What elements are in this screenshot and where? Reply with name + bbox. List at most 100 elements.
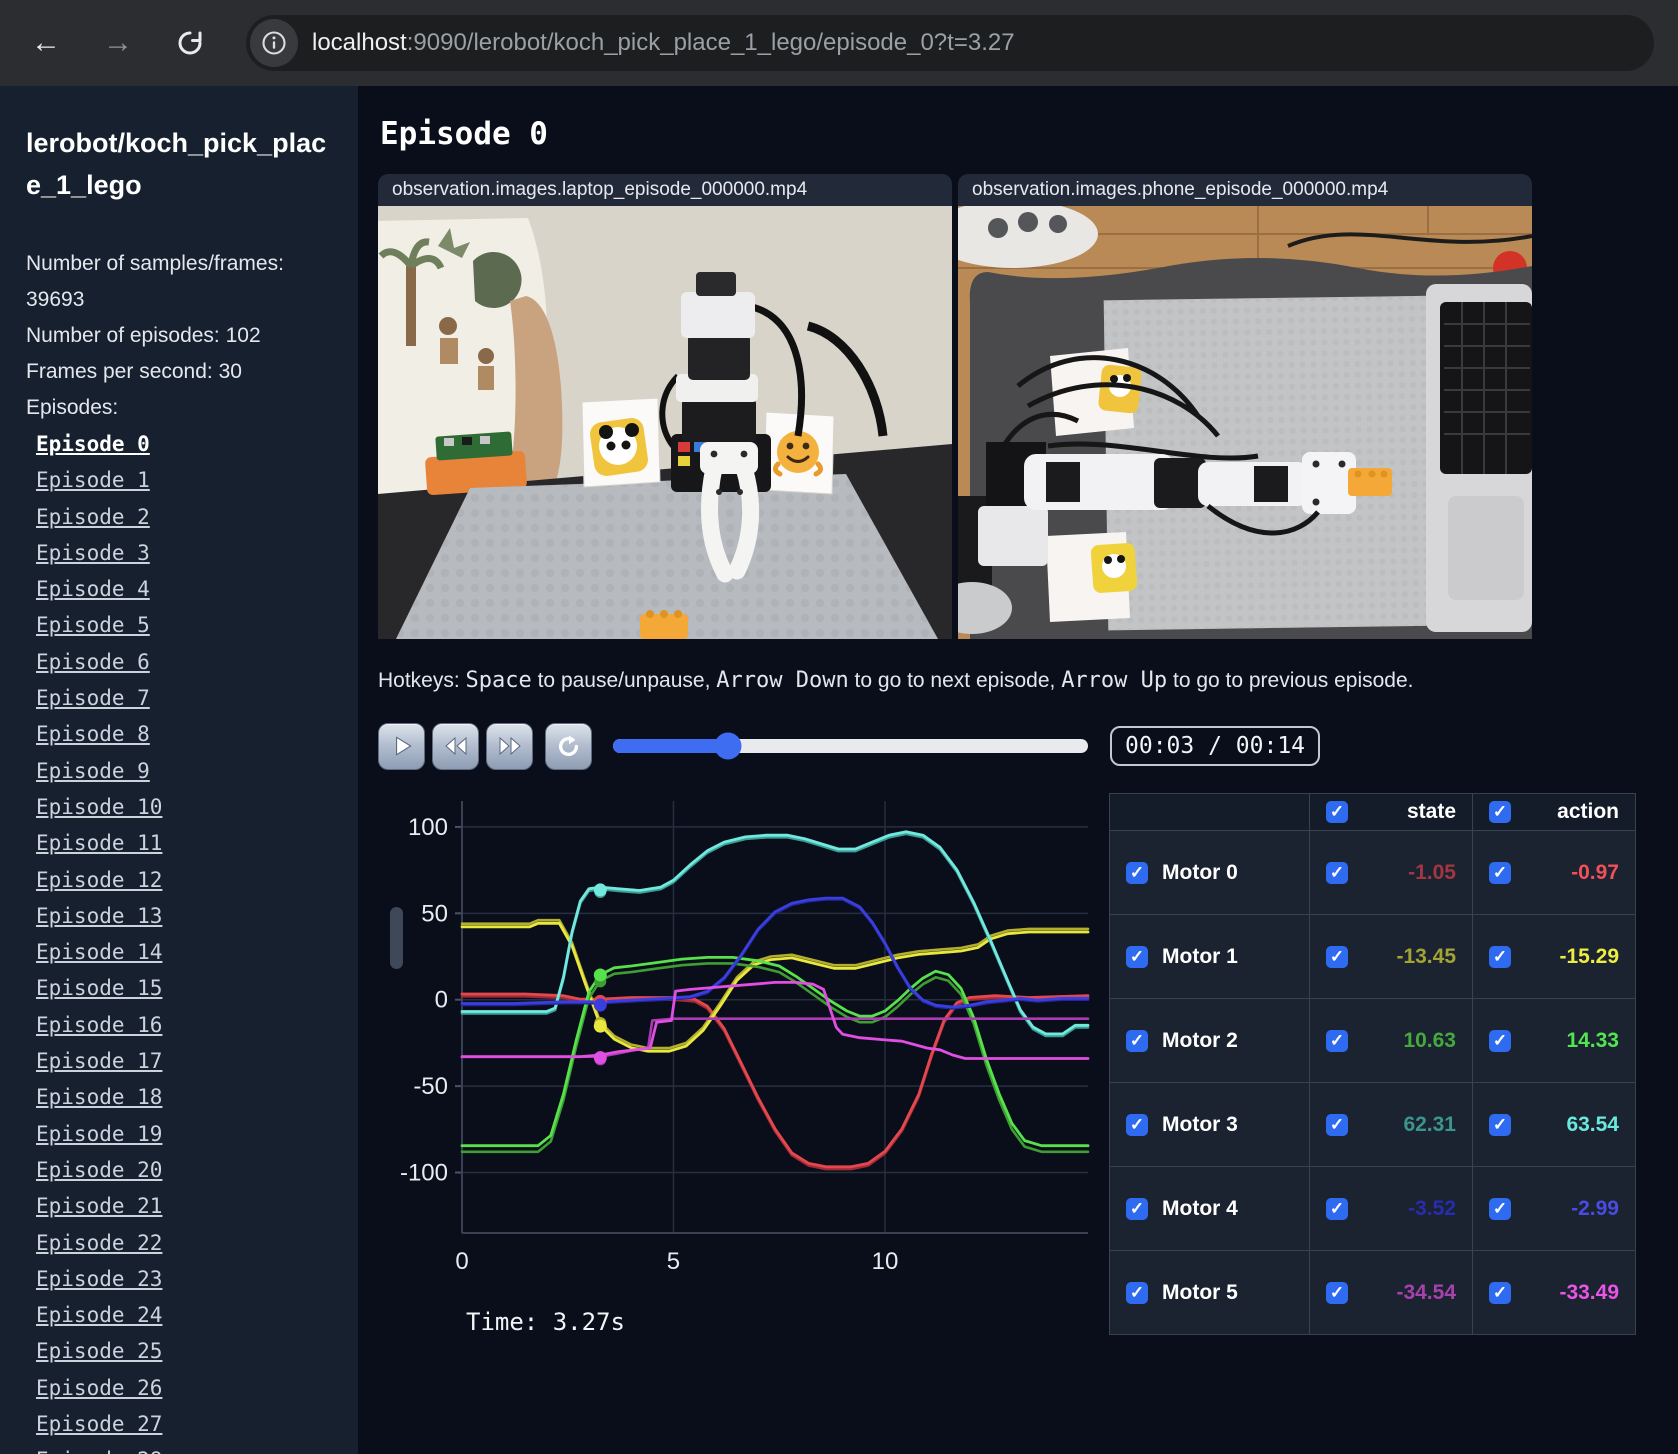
checkbox-checked[interactable]: ✓ bbox=[1126, 861, 1148, 884]
loop-button[interactable] bbox=[545, 722, 592, 770]
checkbox-checked[interactable]: ✓ bbox=[1326, 1197, 1348, 1220]
video-scene-laptop bbox=[378, 206, 952, 639]
episode-link[interactable]: Episode 25 bbox=[36, 1333, 334, 1369]
episode-link[interactable]: Episode 5 bbox=[36, 607, 334, 643]
episode-link[interactable]: Episode 8 bbox=[36, 716, 334, 752]
motor-name: Motor 2 bbox=[1162, 1028, 1238, 1052]
episode-link[interactable]: Episode 18 bbox=[36, 1079, 334, 1115]
dataset-stat-line: Number of episodes: 102 bbox=[26, 324, 261, 347]
address-bar[interactable]: localhost:9090/lerobot/koch_pick_place_1… bbox=[246, 15, 1654, 71]
episode-link[interactable]: Episode 2 bbox=[36, 499, 334, 535]
time-display: 00:03 / 00:14 bbox=[1110, 726, 1321, 766]
episode-link[interactable]: Episode 28 bbox=[36, 1442, 334, 1454]
motor-state-value: 62.31 bbox=[1403, 1112, 1456, 1136]
checkbox-checked[interactable]: ✓ bbox=[1489, 1197, 1511, 1220]
checkbox-checked[interactable]: ✓ bbox=[1489, 1281, 1511, 1304]
episode-link[interactable]: Episode 7 bbox=[36, 680, 334, 716]
play-button[interactable] bbox=[378, 722, 425, 770]
episode-link[interactable]: Episode 27 bbox=[36, 1406, 334, 1442]
hotkey-text: Hotkeys: bbox=[378, 669, 466, 692]
checkbox-checked[interactable]: ✓ bbox=[1489, 1029, 1511, 1052]
motor-chart[interactable]: -100 -50 0 50 100 0 5 10 bbox=[390, 793, 1095, 1293]
checkbox-checked[interactable]: ✓ bbox=[1126, 945, 1148, 968]
episode-link[interactable]: Episode 13 bbox=[36, 898, 334, 934]
checkbox-checked[interactable]: ✓ bbox=[1489, 1113, 1511, 1136]
episode-link[interactable]: Episode 11 bbox=[36, 825, 334, 861]
episode-link[interactable]: Episode 17 bbox=[36, 1043, 334, 1079]
motor-name: Motor 5 bbox=[1162, 1280, 1238, 1304]
episode-link[interactable]: Episode 21 bbox=[36, 1188, 334, 1224]
url-path: :9090/lerobot/koch_pick_place_1_lego/epi… bbox=[406, 29, 1015, 56]
seek-slider-thumb[interactable] bbox=[714, 732, 742, 760]
hotkey-key: Arrow Down bbox=[716, 668, 849, 693]
checkbox-checked[interactable]: ✓ bbox=[1326, 861, 1348, 884]
motor-action-value: -33.49 bbox=[1559, 1280, 1619, 1304]
rewind-button[interactable] bbox=[432, 722, 479, 770]
checkbox-checked[interactable]: ✓ bbox=[1489, 801, 1511, 823]
table-row: ✓ Motor 1 ✓ -13.45 ✓ -15.29 bbox=[1109, 914, 1636, 999]
episode-link[interactable]: Episode 16 bbox=[36, 1007, 334, 1043]
episode-link[interactable]: Episode 9 bbox=[36, 753, 334, 789]
motor-action-value: -0.97 bbox=[1571, 860, 1619, 884]
checkbox-checked[interactable]: ✓ bbox=[1326, 801, 1348, 823]
episode-link[interactable]: Episode 4 bbox=[36, 571, 334, 607]
scrollbar-thumb[interactable] bbox=[390, 907, 403, 969]
url-text: localhost:9090/lerobot/koch_pick_place_1… bbox=[312, 29, 1015, 57]
url-host: localhost bbox=[312, 29, 407, 56]
episode-link[interactable]: Episode 22 bbox=[36, 1225, 334, 1261]
hotkey-text: to go to next episode, bbox=[848, 669, 1062, 692]
fast-forward-button[interactable] bbox=[486, 722, 533, 770]
checkbox-checked[interactable]: ✓ bbox=[1489, 861, 1511, 884]
video-row: observation.images.laptop_episode_000000… bbox=[378, 174, 1652, 644]
episode-link[interactable]: Episode 15 bbox=[36, 970, 334, 1006]
episode-link[interactable]: Episode 10 bbox=[36, 789, 334, 825]
svg-text:5: 5 bbox=[667, 1248, 680, 1275]
checkbox-checked[interactable]: ✓ bbox=[1326, 1113, 1348, 1136]
svg-text:10: 10 bbox=[872, 1248, 899, 1275]
checkbox-checked[interactable]: ✓ bbox=[1326, 1281, 1348, 1304]
checkbox-checked[interactable]: ✓ bbox=[1126, 1029, 1148, 1052]
motor-table: ✓ state ✓ action ✓ Motor 0 ✓ -1.05 ✓ -0.97 ✓ Motor … bbox=[1109, 793, 1636, 1335]
checkbox-checked[interactable]: ✓ bbox=[1126, 1197, 1148, 1220]
episode-link[interactable]: Episode 26 bbox=[36, 1370, 334, 1406]
hotkey-text: to pause/unpause, bbox=[531, 669, 717, 692]
video-label-phone: observation.images.phone_episode_000000.… bbox=[958, 174, 1532, 206]
column-header-state: state bbox=[1406, 800, 1456, 823]
episode-link[interactable]: Episode 1 bbox=[36, 462, 334, 498]
video-panel-phone: observation.images.phone_episode_000000.… bbox=[958, 174, 1532, 644]
motor-action-value: 63.54 bbox=[1566, 1112, 1619, 1136]
table-row: ✓ Motor 3 ✓ 62.31 ✓ 63.54 bbox=[1109, 1082, 1636, 1167]
video-label-laptop: observation.images.laptop_episode_000000… bbox=[378, 174, 952, 206]
seek-slider[interactable] bbox=[613, 732, 1088, 760]
back-icon[interactable]: ← bbox=[24, 21, 68, 65]
motor-state-value: -13.45 bbox=[1396, 944, 1456, 968]
episode-link[interactable]: Episode 24 bbox=[36, 1297, 334, 1333]
site-info-icon[interactable] bbox=[250, 19, 298, 67]
sidebar: lerobot/koch_pick_place_1_lego Number of… bbox=[0, 86, 358, 1454]
checkbox-checked[interactable]: ✓ bbox=[1326, 1029, 1348, 1052]
motor-state-value: 10.63 bbox=[1403, 1028, 1456, 1052]
episode-link[interactable]: Episode 0 bbox=[36, 426, 334, 462]
episode-link[interactable]: Episode 3 bbox=[36, 535, 334, 571]
dataset-stats: Number of samples/frames: 39693 Number of… bbox=[26, 246, 334, 426]
hotkey-text: to go to previous episode. bbox=[1167, 669, 1414, 692]
episode-link[interactable]: Episode 6 bbox=[36, 644, 334, 680]
motor-name: Motor 3 bbox=[1162, 1112, 1238, 1136]
episode-link[interactable]: Episode 19 bbox=[36, 1116, 334, 1152]
checkbox-checked[interactable]: ✓ bbox=[1489, 945, 1511, 968]
checkbox-checked[interactable]: ✓ bbox=[1126, 1281, 1148, 1304]
svg-text:-100: -100 bbox=[400, 1160, 448, 1187]
reload-icon[interactable] bbox=[168, 21, 212, 65]
checkbox-checked[interactable]: ✓ bbox=[1326, 945, 1348, 968]
motor-state-value: -1.05 bbox=[1408, 860, 1456, 884]
checkbox-checked[interactable]: ✓ bbox=[1126, 1113, 1148, 1136]
episode-link[interactable]: Episode 12 bbox=[36, 862, 334, 898]
episode-link[interactable]: Episode 20 bbox=[36, 1152, 334, 1188]
episode-link[interactable]: Episode 14 bbox=[36, 934, 334, 970]
table-row: ✓ Motor 4 ✓ -3.52 ✓ -2.99 bbox=[1109, 1166, 1636, 1251]
forward-icon[interactable]: → bbox=[96, 21, 140, 65]
dataset-stat-line: Number of samples/frames: 39693 bbox=[26, 252, 284, 311]
video-scene-phone bbox=[958, 200, 1532, 639]
hotkeys-help: Hotkeys: Space to pause/unpause, Arrow D… bbox=[378, 668, 1652, 693]
episode-link[interactable]: Episode 23 bbox=[36, 1261, 334, 1297]
